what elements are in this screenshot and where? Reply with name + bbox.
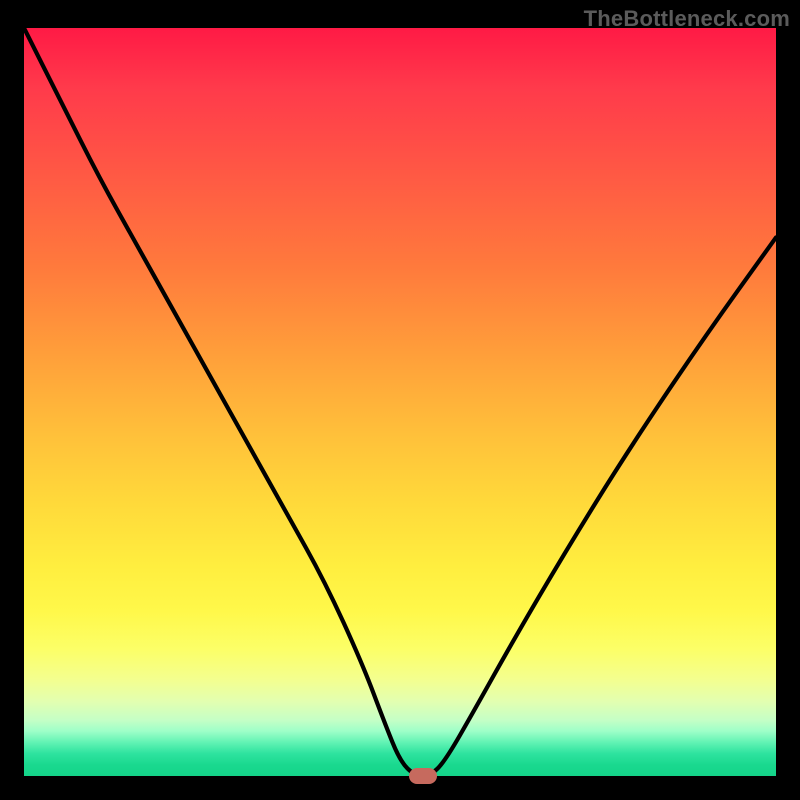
plot-area [24, 28, 776, 776]
bottleneck-curve [24, 28, 776, 776]
watermark-text: TheBottleneck.com [584, 6, 790, 32]
current-config-marker [409, 768, 437, 784]
chart-frame: TheBottleneck.com [0, 0, 800, 800]
